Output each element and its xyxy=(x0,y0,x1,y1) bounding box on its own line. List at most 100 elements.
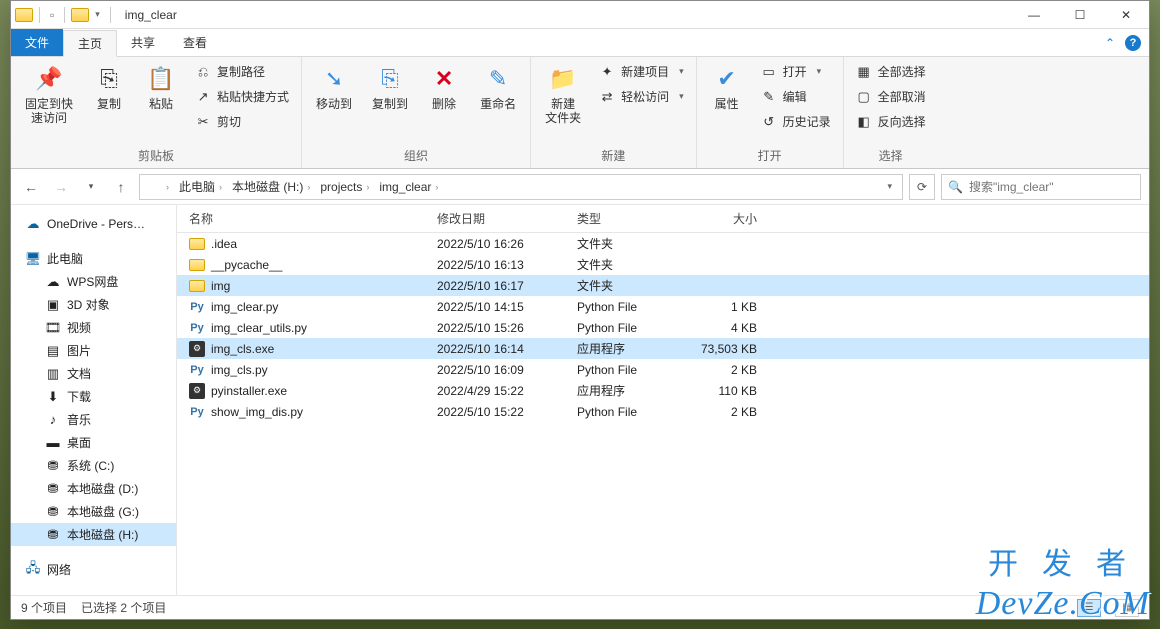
collapse-ribbon-button[interactable]: ⌃ xyxy=(1105,36,1115,50)
easy-access-icon: ⇄ xyxy=(599,89,615,105)
file-row[interactable]: __pycache__2022/5/10 16:13文件夹 xyxy=(177,254,1149,275)
file-row[interactable]: Pyimg_clear.py2022/5/10 14:15Python File… xyxy=(177,296,1149,317)
separator xyxy=(64,7,65,23)
view-large-icons-button[interactable]: ▦ xyxy=(1115,599,1139,617)
nav-item[interactable]: ▤图片 xyxy=(11,339,176,362)
easy-access-button[interactable]: ⇄轻松访问▾ xyxy=(595,86,688,107)
address-dropdown[interactable]: ▾ xyxy=(881,181,898,192)
label: 网络 xyxy=(47,561,71,578)
crumb-chevron[interactable]: › xyxy=(162,182,173,192)
close-button[interactable]: ✕ xyxy=(1103,1,1149,29)
maximize-button[interactable]: ☐ xyxy=(1057,1,1103,29)
tab-home[interactable]: 主页 xyxy=(63,30,117,57)
nav-item[interactable]: ⛃本地磁盘 (D:) xyxy=(11,477,176,500)
tab-file[interactable]: 文件 xyxy=(11,29,63,56)
crumb-folder[interactable]: img_clear› xyxy=(375,180,442,194)
paste-button[interactable]: 📋 粘贴 xyxy=(139,61,183,115)
nav-item[interactable]: 🎞视频 xyxy=(11,316,176,339)
history-button[interactable]: ↺历史记录 xyxy=(757,111,835,132)
file-row[interactable]: ⚙pyinstaller.exe2022/4/29 15:22应用程序110 K… xyxy=(177,380,1149,401)
search-box[interactable]: 🔍 xyxy=(941,174,1141,200)
ribbon: 📌 固定到快 速访问 ⎘ 复制 📋 粘贴 ⎌复制路径 ↗粘贴快捷方式 ✂剪切 剪… xyxy=(11,57,1149,169)
refresh-button[interactable]: ⟳ xyxy=(909,174,935,200)
nav-item[interactable]: ⬇下载 xyxy=(11,385,176,408)
invert-selection-button[interactable]: ◧反向选择 xyxy=(852,111,930,132)
group-label: 剪贴板 xyxy=(19,145,293,166)
label: 桌面 xyxy=(67,434,91,451)
nav-item[interactable]: ⛃系统 (C:) xyxy=(11,454,176,477)
nav-item[interactable]: ⛃本地磁盘 (H:) xyxy=(11,523,176,546)
paste-icon: 📋 xyxy=(146,65,176,93)
copy-path-button[interactable]: ⎌复制路径 xyxy=(191,61,293,82)
tab-view[interactable]: 查看 xyxy=(169,29,221,56)
nav-network[interactable]: 🖧网络 xyxy=(11,558,176,581)
file-name: img xyxy=(211,279,230,293)
col-type[interactable]: 类型 xyxy=(577,210,697,227)
back-button[interactable]: ← xyxy=(19,175,43,199)
column-headers: 名称 修改日期 类型 大小 xyxy=(177,205,1149,233)
file-date: 2022/5/10 16:09 xyxy=(437,363,577,377)
properties-button[interactable]: ✔属性 xyxy=(705,61,749,115)
pin-quick-access-button[interactable]: 📌 固定到快 速访问 xyxy=(19,61,79,130)
nav-item-icon: ♪ xyxy=(45,412,61,428)
nav-item[interactable]: ▣3D 对象 xyxy=(11,293,176,316)
crumb-drive[interactable]: 本地磁盘 (H:)› xyxy=(228,178,314,195)
qat-dropdown[interactable]: ▾ xyxy=(91,9,104,20)
copy-to-button[interactable]: ⎘复制到 xyxy=(366,61,414,115)
search-input[interactable] xyxy=(969,180,1134,194)
up-button[interactable]: ↑ xyxy=(109,175,133,199)
folder-icon xyxy=(15,8,33,22)
file-row[interactable]: ⚙img_cls.exe2022/5/10 16:14应用程序73,503 KB xyxy=(177,338,1149,359)
file-size: 2 KB xyxy=(697,363,767,377)
file-row[interactable]: .idea2022/5/10 16:26文件夹 xyxy=(177,233,1149,254)
nav-item[interactable]: ⛃本地磁盘 (G:) xyxy=(11,500,176,523)
file-size: 110 KB xyxy=(697,384,767,398)
file-row[interactable]: img2022/5/10 16:17文件夹 xyxy=(177,275,1149,296)
file-type: 文件夹 xyxy=(577,277,697,294)
tab-share[interactable]: 共享 xyxy=(117,29,169,56)
nav-item[interactable]: ▥文档 xyxy=(11,362,176,385)
help-icon[interactable]: ? xyxy=(1125,35,1141,51)
edit-button[interactable]: ✎编辑 xyxy=(757,86,835,107)
recent-locations-button[interactable]: ▾ xyxy=(79,175,103,199)
copy-button[interactable]: ⎘ 复制 xyxy=(87,61,131,115)
nav-item[interactable]: ▬桌面 xyxy=(11,431,176,454)
label: 固定到快 速访问 xyxy=(25,97,73,126)
nav-item-icon: ⛃ xyxy=(45,458,61,474)
file-row[interactable]: Pyimg_clear_utils.py2022/5/10 15:26Pytho… xyxy=(177,317,1149,338)
select-all-button[interactable]: ▦全部选择 xyxy=(852,61,930,82)
col-date[interactable]: 修改日期 xyxy=(437,210,577,227)
move-to-button[interactable]: ➘移动到 xyxy=(310,61,358,115)
crumb-projects[interactable]: projects› xyxy=(316,180,373,194)
nav-onedrive[interactable]: ☁OneDrive - Pers… xyxy=(11,213,176,235)
file-row[interactable]: Pyshow_img_dis.py2022/5/10 15:22Python F… xyxy=(177,401,1149,422)
select-none-button[interactable]: ▢全部取消 xyxy=(852,86,930,107)
file-name: img_clear.py xyxy=(211,300,278,314)
rename-button[interactable]: ✎重命名 xyxy=(474,61,522,115)
file-row[interactable]: Pyimg_cls.py2022/5/10 16:09Python File2 … xyxy=(177,359,1149,380)
body: ☁OneDrive - Pers… 🖥此电脑 ☁WPS网盘▣3D 对象🎞视频▤图… xyxy=(11,205,1149,595)
qat-button[interactable]: ▫ xyxy=(46,8,58,22)
file-name: img_cls.py xyxy=(211,363,268,377)
nav-item[interactable]: ♪音乐 xyxy=(11,408,176,431)
nav-item[interactable]: ☁WPS网盘 xyxy=(11,270,176,293)
python-file-icon: Py xyxy=(189,320,205,336)
crumb-this-pc[interactable]: 此电脑› xyxy=(175,178,226,195)
label: 本地磁盘 (H:) xyxy=(67,526,138,543)
cut-button[interactable]: ✂剪切 xyxy=(191,111,293,132)
forward-button[interactable]: → xyxy=(49,175,73,199)
chevron-down-icon: ▾ xyxy=(817,66,822,77)
delete-button[interactable]: ✕删除 xyxy=(422,61,466,115)
paste-shortcut-button[interactable]: ↗粘贴快捷方式 xyxy=(191,86,293,107)
address-bar[interactable]: › 此电脑› 本地磁盘 (H:)› projects› img_clear› ▾ xyxy=(139,174,903,200)
new-item-button[interactable]: ✦新建项目▾ xyxy=(595,61,688,82)
window-controls: ― ☐ ✕ xyxy=(1011,1,1149,29)
col-name[interactable]: 名称 xyxy=(177,210,437,227)
nav-this-pc[interactable]: 🖥此电脑 xyxy=(11,247,176,270)
open-button[interactable]: ▭打开▾ xyxy=(757,61,835,82)
minimize-button[interactable]: ― xyxy=(1011,1,1057,29)
col-size[interactable]: 大小 xyxy=(697,210,767,227)
view-details-button[interactable]: ☰ xyxy=(1077,599,1101,617)
new-folder-button[interactable]: 📁新建 文件夹 xyxy=(539,61,587,130)
nav-item-icon: ▤ xyxy=(45,343,61,359)
